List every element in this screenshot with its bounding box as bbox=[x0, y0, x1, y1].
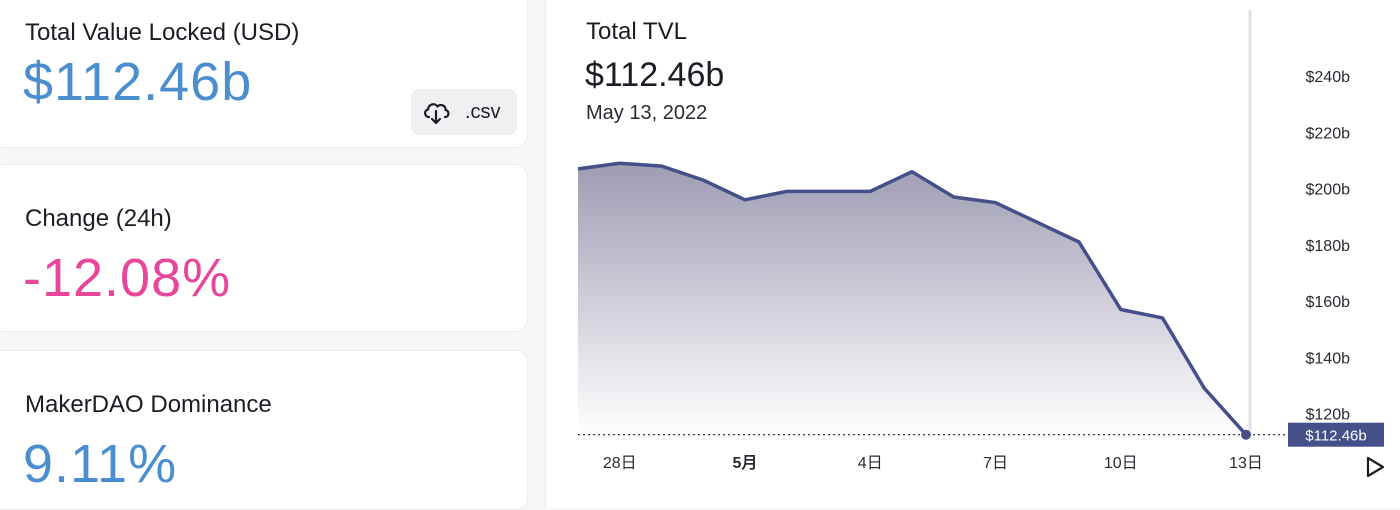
x-tick-label: 13日 bbox=[1229, 455, 1263, 472]
x-tick-label: 7日 bbox=[983, 455, 1008, 472]
change-value: -12.08% bbox=[23, 248, 232, 308]
change-card: Change (24h) -12.08% bbox=[0, 164, 528, 332]
download-csv-button[interactable]: .csv bbox=[411, 89, 517, 135]
change-label: Change (24h) bbox=[25, 205, 172, 232]
current-point bbox=[1241, 429, 1251, 440]
y-tick-label: $180b bbox=[1306, 238, 1351, 255]
tvl-label: Total Value Locked (USD) bbox=[25, 19, 300, 46]
tvl-area-chart[interactable]: $240b $220b $200b $180b $160b $140b $120b $112.… bbox=[546, 0, 1400, 508]
cloud-download-icon bbox=[424, 103, 450, 125]
tvl-card: Total Value Locked (USD) $112.46b .csv bbox=[0, 0, 528, 148]
play-icon[interactable] bbox=[1366, 456, 1385, 478]
tvl-chart-panel: Total TVL $112.46b May 13, 2022 $240b $22… bbox=[545, 0, 1400, 508]
y-tick-label: $240b bbox=[1306, 69, 1351, 86]
y-tick-label: $220b bbox=[1306, 125, 1351, 142]
x-tick-label: 28日 bbox=[603, 455, 637, 472]
x-tick-label: 5月 bbox=[733, 454, 758, 472]
dominance-value: 9.11% bbox=[23, 434, 178, 494]
y-tick-label: $160b bbox=[1306, 294, 1351, 311]
dominance-label: MakerDAO Dominance bbox=[25, 391, 272, 418]
current-value-tag-label: $112.46b bbox=[1305, 428, 1366, 445]
x-tick-label: 4日 bbox=[858, 455, 883, 472]
y-tick-label: $200b bbox=[1306, 182, 1351, 199]
y-tick-label: $140b bbox=[1306, 350, 1351, 367]
tvl-value: $112.46b bbox=[23, 52, 253, 112]
area-fill bbox=[578, 163, 1246, 436]
x-tick-label: 10日 bbox=[1104, 455, 1138, 472]
y-tick-label: $120b bbox=[1306, 407, 1351, 424]
dominance-card: MakerDAO Dominance 9.11% bbox=[0, 350, 528, 510]
csv-label: .csv bbox=[465, 100, 501, 123]
